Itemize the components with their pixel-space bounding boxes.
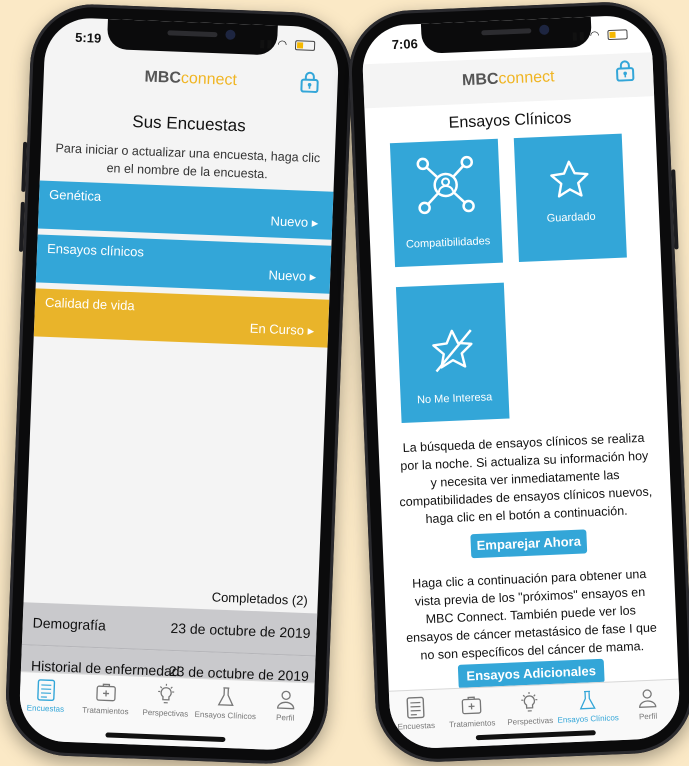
additional-trials-text: Haga clic a continuación para obtener un… [405,566,658,663]
tab-tratamientos[interactable]: Tratamientos [71,680,140,717]
flask-icon [217,687,234,706]
flask-icon [579,690,596,710]
medical-kit-icon [96,683,116,702]
survey-name: Ensayos clínicos [46,240,145,260]
completed-date: 23 de octubre de 2019 [170,619,311,642]
status-icons: ▮▮ ◠ [571,27,628,43]
completed-name: Demografía [32,614,107,634]
instructions-text: Para iniciar o actualizar una encuesta, … [55,141,321,182]
completed-header: Completados (2) [211,589,309,609]
right-phone-button [671,169,679,250]
tab-ensayos-clinicos[interactable]: Ensayos Clínicos [191,685,260,722]
medical-kit-icon [461,696,482,715]
survey-row-ensayos[interactable]: Ensayos clínicos Nuevo ▸ [35,234,332,294]
status-time: 5:19 [74,29,102,46]
right-phone: 7:06 ▮▮ ◠ MBCconnect Ensayos Clínicos Co… [346,0,689,765]
nightly-search-text: La búsqueda de ensayos clínicos se reali… [399,430,653,527]
left-phone-button [21,141,28,192]
battery-icon [294,40,316,52]
left-phone-button [18,201,25,252]
star-icon [550,160,589,198]
star-slash-icon [432,329,473,373]
tile-guardado[interactable]: Guardado [513,133,627,262]
tab-perfil[interactable]: Perfil [251,687,320,724]
tab-perspectivas[interactable]: Perspectivas [131,682,200,719]
survey-name: Calidad de vida [44,294,135,314]
tab-bar: Encuestas Tratamientos Perspectivas Ensa… [18,671,315,752]
match-now-button[interactable]: Emparejar Ahora [470,529,588,559]
battery-icon [607,29,628,41]
tile-compatibilidades[interactable]: Compatibilidades [389,138,503,268]
notch [420,16,593,54]
tile-no-me-interesa[interactable]: No Me Interesa [395,282,510,424]
survey-status: Nuevo ▸ [270,213,319,231]
tab-perfil[interactable]: Perfil [613,686,681,723]
survey-icon [37,679,56,702]
survey-row-calidad[interactable]: Calidad de vida En Curso ▸ [33,288,330,348]
page-title: Sus Encuestas [131,112,247,136]
tab-ensayos-clinicos[interactable]: Ensayos Clínicos [553,688,622,725]
survey-row-genetica[interactable]: Genética Nuevo ▸ [37,180,334,240]
tile-label: No Me Interesa [416,391,493,407]
survey-status: Nuevo ▸ [268,267,317,285]
lock-icon[interactable] [299,70,320,94]
survey-status: En Curso ▸ [249,320,315,339]
home-indicator[interactable] [105,732,226,743]
notch [106,19,278,56]
network-person-icon [416,155,475,215]
user-icon [639,689,657,708]
left-phone: 5:19 ▮▮ ◠ MBCconnect Sus Encuestas Para … [3,2,355,766]
right-screen: 7:06 ▮▮ ◠ MBCconnect Ensayos Clínicos Co… [360,14,682,750]
user-icon [276,690,295,710]
survey-name: Genética [48,186,102,204]
home-indicator[interactable] [475,730,596,741]
tile-label: Compatibilidades [405,235,491,251]
tab-bar: Encuestas Tratamientos Perspectivas Ensa… [388,678,682,750]
tile-label: Guardado [546,210,596,225]
mbc-connect-logo: MBCconnect [144,68,238,89]
mbc-connect-logo: MBCconnect [461,68,555,90]
lock-icon[interactable] [615,59,636,82]
lightbulb-icon [521,691,538,712]
left-screen: 5:19 ▮▮ ◠ MBCconnect Sus Encuestas Para … [18,16,340,752]
status-time: 7:06 [391,36,419,53]
app-header: MBCconnect [362,52,655,109]
survey-icon [406,696,425,719]
lightbulb-icon [158,683,175,704]
page-title: Ensayos Clínicos [448,109,572,132]
status-icons: ▮▮ ◠ [259,37,316,52]
app-header: MBCconnect [43,59,338,106]
